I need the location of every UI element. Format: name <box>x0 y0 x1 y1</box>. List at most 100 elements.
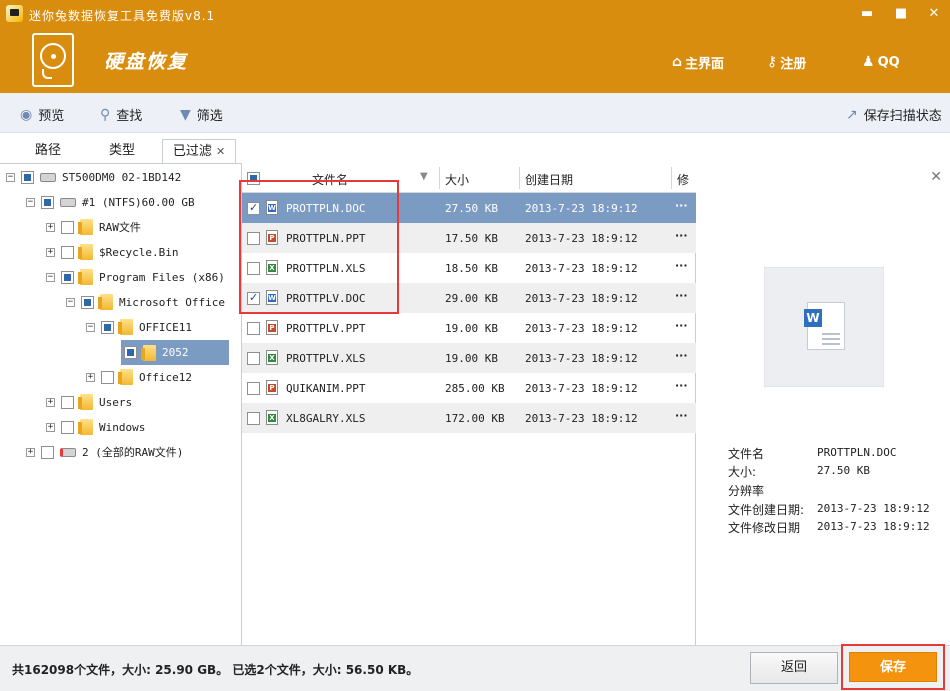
column-date[interactable]: 创建日期 <box>525 171 573 188</box>
table-row[interactable]: P PROTTPLV.PPT 19.00 KB 2013-7-23 18:9:12 ··… <box>242 313 696 343</box>
close-preview-icon[interactable]: ✕ <box>930 169 942 185</box>
info-label-size: 大小: <box>728 465 757 479</box>
file-date: 2013-7-23 18:9:12 <box>525 412 638 425</box>
maximize-button[interactable]: ■ <box>890 4 912 24</box>
qq-penguin-icon: ♟ <box>862 54 875 70</box>
register-label: 注册 <box>780 56 807 72</box>
tree-node-raw[interactable]: + RAW文件 <box>46 216 141 238</box>
more-button[interactable]: ··· <box>675 409 688 422</box>
lost-partition-icon <box>60 447 76 457</box>
file-size: 18.50 KB <box>445 262 498 275</box>
tree-node-office12[interactable]: + Office12 <box>86 366 192 388</box>
close-tab-icon[interactable]: ✕ <box>216 145 225 158</box>
folder-icon <box>118 369 133 385</box>
more-button[interactable]: ··· <box>675 379 688 392</box>
info-value-size: 27.50 KB <box>817 464 870 477</box>
hard-disk-icon <box>32 33 74 87</box>
tab-filtered-label: 已过滤 <box>172 144 212 159</box>
tree-node-users[interactable]: + Users <box>46 391 132 413</box>
file-size: 29.00 KB <box>445 292 498 305</box>
find-label: 查找 <box>116 109 143 124</box>
table-row[interactable]: X XL8GALRY.XLS 172.00 KB 2013-7-23 18:9:12 ·… <box>242 403 696 433</box>
back-button[interactable]: 返回 <box>750 652 838 684</box>
tree-node-partition[interactable]: − #1 (NTFS)60.00 GB <box>26 191 195 213</box>
page-title: 硬盘恢复 <box>104 51 189 73</box>
tab-path[interactable]: 路径 <box>18 139 78 163</box>
view-tabs: 路径 类型 已过滤 ✕ <box>0 139 240 163</box>
table-row[interactable]: P QUIKANIM.PPT 285.00 KB 2013-7-23 18:9:12 ·… <box>242 373 696 403</box>
minimize-button[interactable]: ▬ <box>856 4 878 24</box>
preview-panel: ✕ W 文件名 PROTTPLN.DOC 大小: 27.50 KB 分辨率 文件… <box>696 163 950 645</box>
tab-type[interactable]: 类型 <box>92 139 152 163</box>
preview-button[interactable]: ◉ 预览 <box>20 105 64 125</box>
row-checkbox[interactable] <box>247 382 260 395</box>
file-name: QUIKANIM.PPT <box>286 382 366 395</box>
more-button[interactable]: ··· <box>675 199 688 212</box>
file-thumbnail: W <box>764 267 884 387</box>
status-text: 共162098个文件，大小: 25.90 GB。 已选2个文件，大小: 56.5… <box>12 663 419 677</box>
column-size[interactable]: 大小 <box>445 171 469 188</box>
file-size: 19.00 KB <box>445 352 498 365</box>
xls-file-icon: X <box>266 410 278 425</box>
qq-button[interactable]: ♟ QQ <box>862 53 900 71</box>
table-row[interactable]: X PROTTPLV.XLS 19.00 KB 2013-7-23 18:9:12 ··… <box>242 343 696 373</box>
close-window-button[interactable]: ✕ <box>923 4 945 24</box>
save-highlight-box: 保存 <box>841 644 945 690</box>
title-bar: 迷你兔数据恢复工具免费版v8.1 ▬ ■ ✕ 硬盘恢复 ⌂ 主界面 ⚷ 注册 ♟… <box>0 0 950 93</box>
column-modified[interactable]: 修 <box>677 171 689 188</box>
find-button[interactable]: ⚲ 查找 <box>100 105 143 125</box>
folder-tree: − ST500DM0 02-1BD142 − #1 (NTFS)60.00 GB +… <box>0 163 242 645</box>
register-button[interactable]: ⚷ 注册 <box>767 53 807 72</box>
save-button[interactable]: 保存 <box>849 652 937 682</box>
xls-file-icon: X <box>266 350 278 365</box>
tree-node-windows[interactable]: + Windows <box>46 416 145 438</box>
qq-label: QQ <box>877 54 900 70</box>
more-button[interactable]: ··· <box>675 229 688 242</box>
folder-icon <box>141 344 156 361</box>
info-label-resolution: 分辨率 <box>728 484 765 498</box>
window-title-row: 迷你兔数据恢复工具免费版v8.1 ▬ ■ ✕ <box>0 0 950 28</box>
disk-drive-icon <box>40 172 56 182</box>
eye-icon: ◉ <box>20 106 33 123</box>
file-date: 2013-7-23 18:9:12 <box>525 322 638 335</box>
filter-button[interactable]: ▼ 筛选 <box>180 105 223 125</box>
file-name: PROTTPLV.PPT <box>286 322 366 335</box>
ppt-file-icon: P <box>266 380 278 395</box>
folder-icon <box>98 294 113 310</box>
tree-node-raw-partition[interactable]: +2 (全部的RAW文件) <box>26 441 183 463</box>
file-name: PROTTPLV.XLS <box>286 352 366 365</box>
row-checkbox[interactable] <box>247 352 260 365</box>
file-size: 19.00 KB <box>445 322 498 335</box>
tab-filtered[interactable]: 已过滤 ✕ <box>162 139 236 163</box>
word-document-icon: W <box>804 302 845 350</box>
row-checkbox[interactable] <box>247 322 260 335</box>
tree-node-office11[interactable]: − OFFICE11 <box>86 316 192 338</box>
tree-node-recycle-bin[interactable]: + $Recycle.Bin <box>46 241 178 263</box>
row-checkbox[interactable] <box>247 412 260 425</box>
folder-icon <box>78 219 93 235</box>
tree-node-microsoft-office[interactable]: − Microsoft Office <box>66 291 225 313</box>
folder-icon <box>78 269 93 285</box>
info-value-modified: 2013-7-23 18:9:12 <box>817 520 930 533</box>
file-date: 2013-7-23 18:9:12 <box>525 262 638 275</box>
tree-node-program-files[interactable]: − Program Files (x86) <box>46 266 225 288</box>
file-date: 2013-7-23 18:9:12 <box>525 382 638 395</box>
more-button[interactable]: ··· <box>675 259 688 272</box>
more-button[interactable]: ··· <box>675 319 688 332</box>
tree-node-2052[interactable]: 2052 <box>121 340 229 365</box>
file-size: 17.50 KB <box>445 232 498 245</box>
file-size: 285.00 KB <box>445 382 505 395</box>
status-bar: 共162098个文件，大小: 25.90 GB。 已选2个文件，大小: 56.5… <box>0 644 950 691</box>
save-scan-state-button[interactable]: ↗ 保存扫描状态 <box>846 105 942 125</box>
more-button[interactable]: ··· <box>675 349 688 362</box>
more-button[interactable]: ··· <box>675 289 688 302</box>
folder-icon <box>118 319 133 335</box>
info-value-name: PROTTPLN.DOC <box>817 446 897 459</box>
file-size: 27.50 KB <box>445 202 498 215</box>
folder-icon <box>78 394 93 410</box>
home-icon: ⌂ <box>672 54 683 70</box>
home-button[interactable]: ⌂ 主界面 <box>672 53 724 72</box>
info-label-created: 文件创建日期: <box>728 503 805 517</box>
window-title: 迷你兔数据恢复工具免费版v8.1 <box>29 9 216 23</box>
tree-node-disk[interactable]: − ST500DM0 02-1BD142 <box>6 166 181 188</box>
